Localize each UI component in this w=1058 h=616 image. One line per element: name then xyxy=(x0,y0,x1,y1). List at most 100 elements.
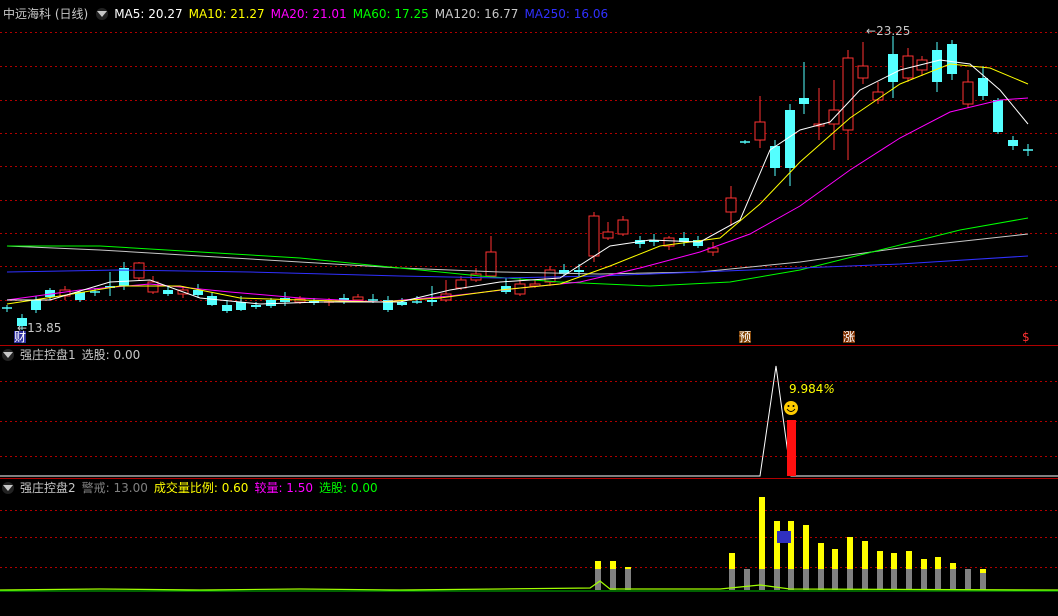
volume-bar-yellow xyxy=(803,525,809,569)
marker-yu[interactable]: 预 xyxy=(739,331,752,343)
indicator-1-chart xyxy=(0,365,1058,477)
candle-body xyxy=(266,300,276,306)
volume-bar-yellow xyxy=(877,551,883,569)
candle-body xyxy=(236,302,246,310)
volume-bar-gray xyxy=(788,569,794,590)
volume-bar-gray xyxy=(980,573,986,590)
volume-bar-yellow xyxy=(788,521,794,569)
volume-bar-yellow xyxy=(625,567,631,569)
panel1-xuangu: 选股: 0.00 xyxy=(81,348,141,362)
indicator-panel-2[interactable]: 强庄控盘2 警戒: 13.00 成交量比例: 0.60 较量: 1.50 选股:… xyxy=(0,479,1058,616)
volume-bar-yellow xyxy=(935,557,941,569)
volume-bar-gray xyxy=(729,569,735,590)
candle-body xyxy=(427,300,437,302)
volume-bar-gray xyxy=(625,569,631,590)
candle-body xyxy=(352,296,364,301)
smiley-icon xyxy=(784,401,798,415)
badge-icon xyxy=(777,531,791,543)
volume-bar-yellow xyxy=(832,549,838,569)
ma250-label: MA250: 16.06 xyxy=(524,7,609,21)
volume-bar-yellow xyxy=(921,559,927,569)
marker-zhang[interactable]: 涨 xyxy=(843,331,856,343)
panel1-legend: 强庄控盘1 选股: 0.00 xyxy=(0,347,146,363)
signal-bar xyxy=(787,420,796,476)
marker-cai[interactable]: 财 xyxy=(14,331,27,343)
ma60-label: MA60: 17.25 xyxy=(352,7,429,21)
candle-body xyxy=(222,305,232,311)
panel2-title: 强庄控盘2 xyxy=(20,481,76,495)
volume-bar-gray xyxy=(906,569,912,590)
volume-bar-yellow xyxy=(980,569,986,573)
panel2-ratio: 成交量比例: 0.60 xyxy=(153,481,249,495)
candle-body xyxy=(888,54,898,82)
marker-s[interactable]: $ xyxy=(1022,331,1030,343)
volume-bar-yellow xyxy=(595,561,601,569)
candle-body xyxy=(544,269,556,283)
candle-body xyxy=(602,231,614,239)
main-legend: 中远海科 (日线) MA5: 20.27 MA10: 21.27 MA20: 2… xyxy=(0,6,614,22)
volume-bar-yellow xyxy=(610,561,616,569)
volume-bar-gray xyxy=(595,569,601,590)
volume-bar-gray xyxy=(818,569,824,590)
candle-body xyxy=(993,100,1003,132)
candle-body xyxy=(617,219,629,235)
volume-bar-yellow xyxy=(818,543,824,569)
candle-body xyxy=(978,78,988,96)
candle-body xyxy=(1008,140,1018,146)
stock-title: 中远海科 (日线) xyxy=(3,7,89,21)
indicator-menu-icon[interactable] xyxy=(96,8,109,20)
volume-bar-yellow xyxy=(862,541,868,569)
indicator-2-chart xyxy=(0,497,1058,592)
volume-bar-yellow xyxy=(729,553,735,569)
signal-line xyxy=(0,365,1058,477)
volume-bar-gray xyxy=(877,569,883,590)
candle-body xyxy=(147,281,159,293)
candle-body xyxy=(725,197,737,213)
candle-body xyxy=(857,65,869,79)
kline-panel[interactable]: 中远海科 (日线) MA5: 20.27 MA10: 21.27 MA20: 2… xyxy=(0,0,1058,345)
candle-body xyxy=(514,283,526,295)
panel2-jingjie: 警戒: 13.00 xyxy=(81,481,148,495)
volume-bar-gray xyxy=(950,569,956,590)
ma5-label: MA5: 20.27 xyxy=(114,7,183,21)
ma20-label: MA20: 21.01 xyxy=(270,7,347,21)
pct-label: 9.984% xyxy=(789,382,835,396)
smiley-eye xyxy=(787,405,790,407)
baseline-line xyxy=(0,580,1058,591)
volume-bar-yellow xyxy=(950,563,956,569)
candle-body xyxy=(163,290,173,294)
candle-body xyxy=(947,44,957,74)
candle-body xyxy=(31,300,41,310)
indicator-panel-1[interactable]: 强庄控盘1 选股: 0.00 9.984% xyxy=(0,346,1058,478)
ma120-line xyxy=(6,233,1029,275)
panel1-title: 强庄控盘1 xyxy=(20,348,76,362)
volume-bar-yellow xyxy=(906,551,912,569)
smiley-eye xyxy=(792,405,795,407)
candle-body xyxy=(485,251,497,277)
high-price-label: ←23.25 xyxy=(866,24,911,38)
candle-body xyxy=(119,268,129,286)
volume-bar-gray xyxy=(803,569,809,590)
volume-bar-yellow xyxy=(774,521,780,569)
candle-body xyxy=(754,121,766,141)
ma120-label: MA120: 16.77 xyxy=(434,7,519,21)
panel2-xuangu: 选股: 0.00 xyxy=(319,481,378,495)
candle-body xyxy=(207,296,217,305)
candle-body xyxy=(455,279,467,289)
panel1-menu-icon[interactable] xyxy=(2,349,14,361)
candle-body xyxy=(588,215,600,257)
panel2-menu-icon[interactable] xyxy=(2,482,14,494)
panel2-legend: 强庄控盘2 警戒: 13.00 成交量比例: 0.60 较量: 1.50 选股:… xyxy=(0,480,384,496)
volume-bar-gray xyxy=(965,569,971,590)
volume-bar-gray xyxy=(862,569,868,590)
volume-bar-gray xyxy=(847,569,853,590)
volume-bar-gray xyxy=(610,569,616,590)
candle-body xyxy=(251,305,261,307)
candle-body xyxy=(799,98,809,104)
volume-bar-gray xyxy=(759,569,765,590)
volume-bar-yellow xyxy=(891,553,897,569)
candle-body xyxy=(574,270,584,272)
volume-bar-gray xyxy=(832,569,838,590)
kline-chart[interactable] xyxy=(0,0,1058,345)
volume-bar-gray xyxy=(891,569,897,590)
